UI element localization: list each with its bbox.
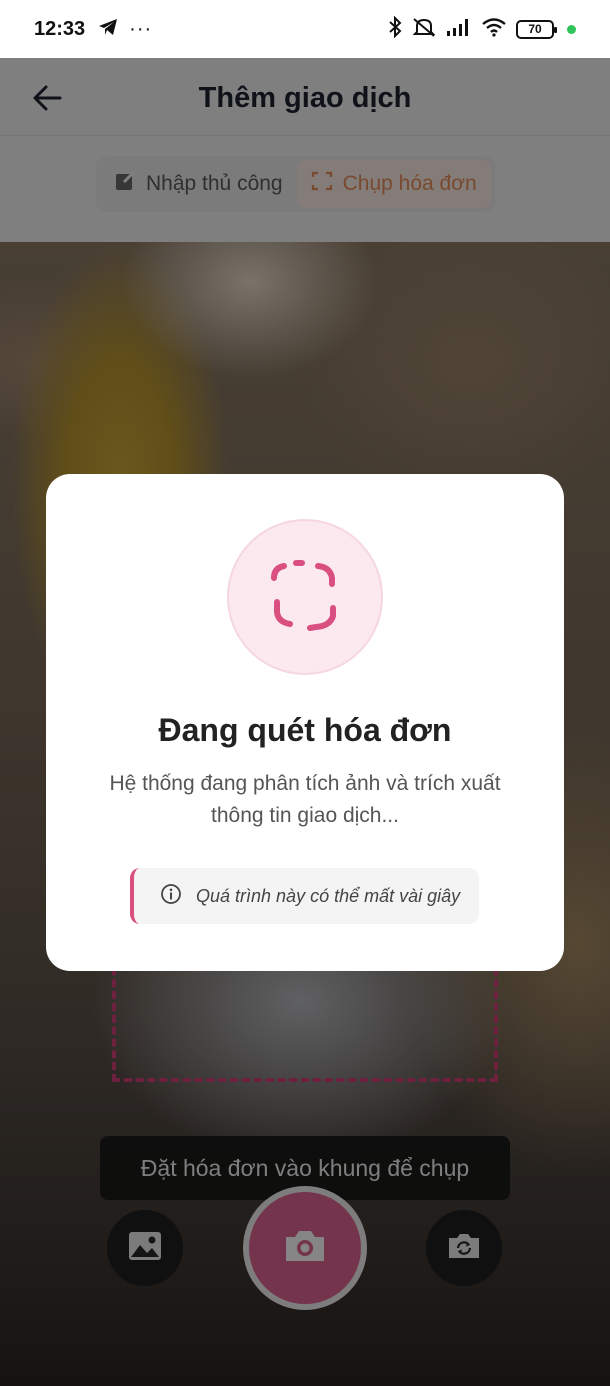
signal-icon xyxy=(446,17,472,42)
battery-icon: 70 xyxy=(516,19,557,39)
wifi-icon xyxy=(481,17,507,42)
mute-icon xyxy=(411,16,437,43)
dialog-title: Đang quét hóa đơn xyxy=(158,712,452,748)
telegram-icon xyxy=(97,17,119,42)
status-time: 12:33 xyxy=(34,17,86,40)
scan-progress-circle xyxy=(227,519,383,675)
bluetooth-icon xyxy=(388,15,402,43)
more-dots: ··· xyxy=(129,17,153,40)
dialog-description: Hệ thống đang phân tích ảnh và trích xuấ… xyxy=(109,772,501,827)
info-icon xyxy=(160,883,182,910)
info-note: Quá trình này có thể mất vài giây xyxy=(130,868,479,924)
status-bar: 12:33 ··· 70 xyxy=(0,0,610,58)
privacy-indicator xyxy=(567,24,576,34)
info-note-text: Quá trình này có thể mất vài giây xyxy=(196,885,461,906)
scanning-dialog: Đang quét hóa đơn Hệ thống đang phân tíc… xyxy=(46,474,564,971)
scan-frame-icon xyxy=(260,550,350,645)
